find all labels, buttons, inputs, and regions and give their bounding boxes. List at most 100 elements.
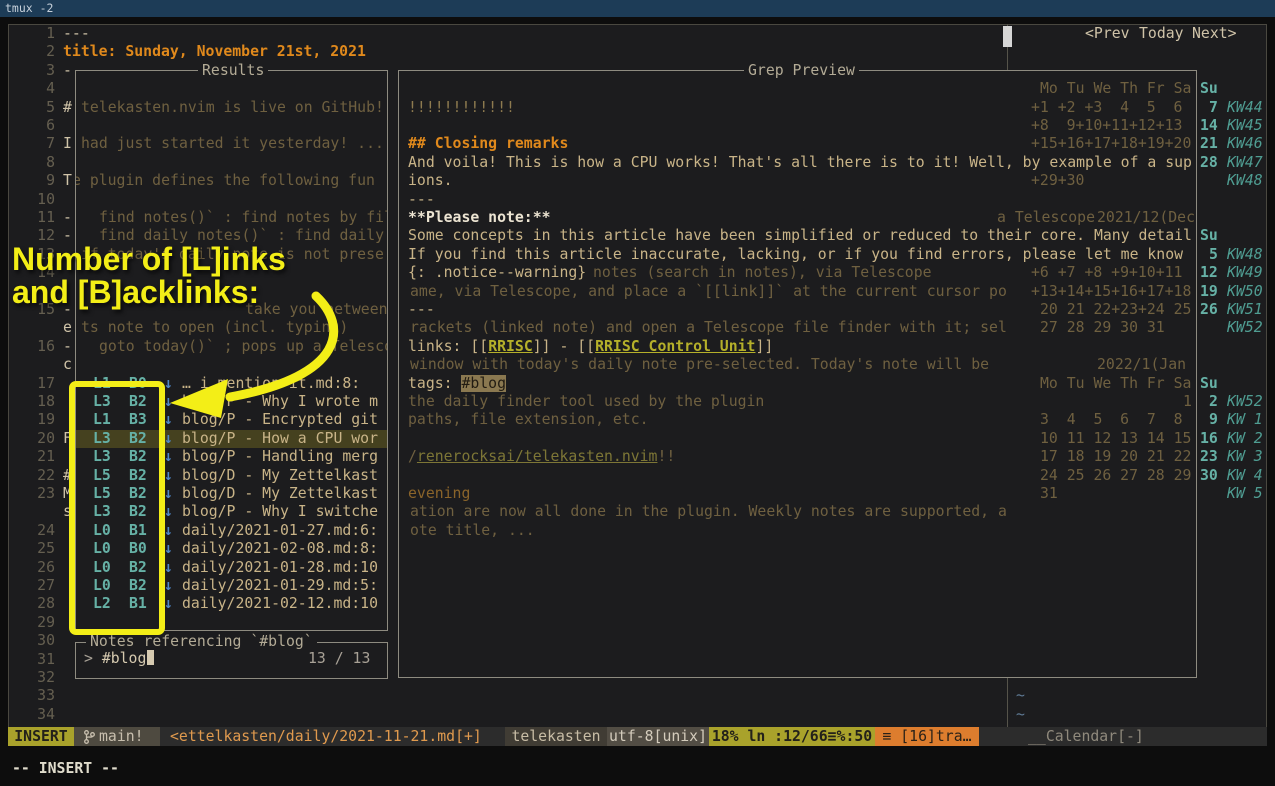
text-part: / xyxy=(408,448,417,465)
line-number: 2 xyxy=(14,43,55,61)
annotation-text: Number of [L]inks and [B]acklinks: xyxy=(12,243,286,309)
filename: <ettelkasten/daily/2021-11-21.md[+] xyxy=(160,727,482,746)
blended-buffer-text: evening xyxy=(408,485,470,503)
statusline: INSERT main! <ettelkasten/daily/2021-11-… xyxy=(8,727,1267,746)
markdown-file-icon: ↓ xyxy=(164,503,173,521)
buffer-text: - xyxy=(63,62,72,80)
markdown-file-icon: ↓ xyxy=(164,375,173,393)
calendar-week-row: +1 +2 +3 4 5 6 xyxy=(1031,99,1182,117)
calendar-weekday-su: Su xyxy=(1200,227,1218,245)
buffer-text: T xyxy=(63,172,72,190)
line-number: 33 xyxy=(14,687,55,705)
blended-buffer-text: ts note to open (incl. typing) xyxy=(81,319,348,337)
prompt-window-title: Notes referencing `#blog` xyxy=(86,633,317,651)
line-number: 6 xyxy=(14,117,55,135)
preview-line: **Please note:** xyxy=(408,209,551,227)
cursor-position: 18% ln :12/66≡%:50 xyxy=(709,727,875,746)
calendar-day[interactable]: 26 xyxy=(1200,301,1218,319)
markdown-file-icon: ↓ xyxy=(164,448,173,466)
calendar-week-row: +13+14+15+16+17+18 xyxy=(1031,283,1191,301)
result-text: daily/2021-02-08.md:8: xyxy=(182,540,378,558)
calendar-day[interactable]: 7 xyxy=(1209,99,1218,117)
calendar-week-number: KW 3 xyxy=(1227,448,1263,466)
calendar-week-number: KW52 xyxy=(1227,319,1263,337)
result-text: blog/P - How a CPU wor xyxy=(182,430,378,448)
line-number: 10 xyxy=(14,191,55,209)
line-number: 32 xyxy=(14,669,55,687)
git-branch-icon xyxy=(84,730,95,744)
prompt-prefix: > xyxy=(84,650,102,667)
calendar-today-button[interactable]: Today xyxy=(1139,25,1184,43)
calendar-statusline: __Calendar[-] xyxy=(1016,727,1144,746)
text-part: ]] - [[ xyxy=(533,338,595,355)
plugin-name: telekasten xyxy=(505,727,607,746)
blended-buffer-text: find notes()` : find notes by fil xyxy=(99,209,387,227)
blended-buffer-text: a Telescope xyxy=(997,209,1095,227)
line-number: 20 xyxy=(14,430,55,448)
result-text: daily/2021-01-28.md:10 xyxy=(182,559,378,577)
telescope-prompt-input[interactable]: > #blog xyxy=(84,650,154,668)
markdown-file-icon: ↓ xyxy=(164,411,173,429)
empty-line-tilde: ~ xyxy=(1016,687,1025,705)
calendar-week-row: 1 xyxy=(1183,393,1192,411)
preview-heading: ## Closing remarks xyxy=(408,135,568,153)
calendar-week-number: KW51 xyxy=(1227,301,1263,319)
result-text: blog/P - Why I switche xyxy=(182,503,378,521)
markdown-file-icon: ↓ xyxy=(164,522,173,540)
preview-content: !!!!!!!!!!!! ## Closing remarksAnd voila!… xyxy=(399,71,1196,677)
preview-line: --- xyxy=(408,191,435,209)
blended-buffer-text: goto today()` ; pops up a Telesco xyxy=(99,338,387,356)
empty-line-tilde: ~ xyxy=(1016,706,1025,724)
calendar-day[interactable]: 16 xyxy=(1200,430,1218,448)
calendar-day[interactable]: 19 xyxy=(1200,283,1218,301)
preview-line: !!!!!!!!!!!! xyxy=(408,99,515,117)
line-number: 3 xyxy=(14,62,55,80)
calendar-day[interactable]: 9 xyxy=(1209,411,1218,429)
calendar-weekday-su: Su xyxy=(1200,375,1218,393)
calendar-week-row: 31 xyxy=(1040,485,1058,503)
calendar-weekday-header: Mo Tu We Th Fr Sa xyxy=(1040,375,1191,393)
calendar-day[interactable]: 23 xyxy=(1200,448,1218,466)
calendar-week-row: +15+16+17+18+19+20 xyxy=(1031,135,1191,153)
line-number: 30 xyxy=(14,632,55,650)
blended-buffer-text: rackets (linked note) and open a Telesco… xyxy=(410,319,1007,337)
calendar-week-row: 24 25 26 27 28 29 xyxy=(1040,467,1191,485)
calendar-week-number: KW47 xyxy=(1227,154,1263,172)
calendar-day[interactable]: 28 xyxy=(1200,154,1218,172)
blended-buffer-text: ote title, ... xyxy=(410,522,535,540)
result-text: daily/2021-01-29.md:5: xyxy=(182,577,378,595)
result-counter: 13 / 13 xyxy=(308,650,370,668)
blended-buffer-text: had just started it yesterday! ... xyxy=(81,135,384,153)
line-number: 26 xyxy=(14,559,55,577)
calendar-week-row: +29+30 xyxy=(1031,172,1084,190)
calendar-day[interactable]: 30 xyxy=(1200,467,1218,485)
line-number: 11 xyxy=(14,209,55,227)
line-number: 29 xyxy=(14,614,55,632)
calendar-day[interactable]: 21 xyxy=(1200,135,1218,153)
line-number: 5 xyxy=(14,99,55,117)
calendar-day[interactable]: 14 xyxy=(1200,117,1218,135)
encoding-indicator: utf-8[unix] xyxy=(607,727,709,746)
markdown-file-icon: ↓ xyxy=(164,595,173,613)
calendar-day[interactable]: 12 xyxy=(1200,264,1218,282)
result-text: daily/2021-01-27.md:6: xyxy=(182,522,378,540)
result-text: blog/P - Why I wrote m xyxy=(182,393,378,411)
calendar-week-number: KW48 xyxy=(1227,172,1263,190)
buffer-text: - xyxy=(63,209,72,227)
calendar-month-header: 2022/1(Jan xyxy=(1097,356,1186,374)
calendar-next-button[interactable]: Next> xyxy=(1192,25,1237,43)
markdown-file-icon: ↓ xyxy=(164,393,173,411)
line-number: 18 xyxy=(14,393,55,411)
line-number: 16 xyxy=(14,338,55,356)
calendar-weekday-su: Su xyxy=(1200,80,1218,98)
calendar-week-number: KW49 xyxy=(1227,264,1263,282)
calendar-day[interactable]: 5 xyxy=(1209,246,1218,264)
prompt-query: #blog xyxy=(102,650,147,667)
calendar-week-row: +6 +7 +8 +9+10+11 xyxy=(1031,264,1182,282)
markdown-file-icon: ↓ xyxy=(164,485,173,503)
preview-line: And voila! This is how a CPU works! That… xyxy=(408,154,1192,172)
preview-line: {: .notice--warning} xyxy=(408,264,586,282)
text-part: tags: xyxy=(408,375,461,392)
calendar-prev-button[interactable]: <Prev xyxy=(1085,25,1130,43)
calendar-day[interactable]: 2 xyxy=(1209,393,1218,411)
